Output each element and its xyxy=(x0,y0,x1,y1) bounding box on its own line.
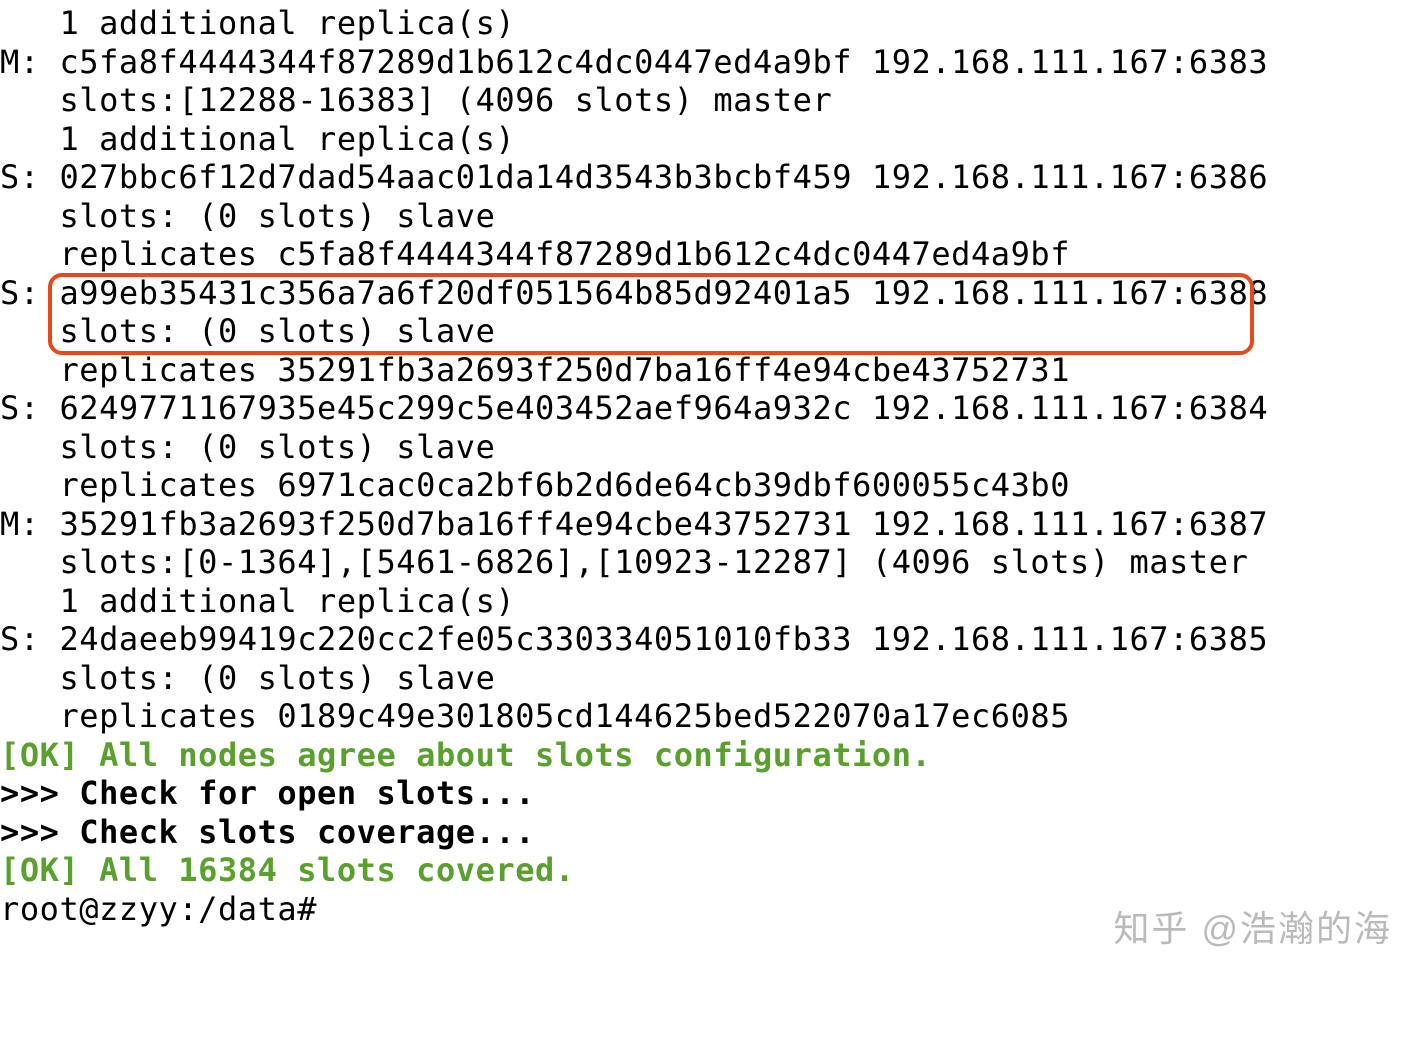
line: S: 027bbc6f12d7dad54aac01da14d3543b3bcbf… xyxy=(0,158,1268,196)
line: slots:[0-1364],[5461-6826],[10923-12287]… xyxy=(0,543,1248,581)
line: replicates 0189c49e301805cd144625bed5220… xyxy=(0,697,1070,735)
line: slots: (0 slots) slave xyxy=(0,428,495,466)
line: 1 additional replica(s) xyxy=(0,4,515,42)
line: replicates 6971cac0ca2bf6b2d6de64cb39dbf… xyxy=(0,466,1070,504)
line: S: 6249771167935e45c299c5e403452aef964a9… xyxy=(0,389,1268,427)
line: 1 additional replica(s) xyxy=(0,120,515,158)
line: M: 35291fb3a2693f250d7ba16ff4e94cbe43752… xyxy=(0,505,1268,543)
shell-prompt[interactable]: root@zzyy:/data# xyxy=(0,890,317,928)
line: 1 additional replica(s) xyxy=(0,582,515,620)
terminal-output: 1 additional replica(s) M: c5fa8f4444344… xyxy=(0,0,1410,928)
line: M: c5fa8f4444344f87289d1b612c4dc0447ed4a… xyxy=(0,43,1268,81)
line: slots: (0 slots) slave xyxy=(0,312,495,350)
line: slots: (0 slots) slave xyxy=(0,197,495,235)
line: S: 24daeeb99419c220cc2fe05c330334051010f… xyxy=(0,620,1268,658)
check-slots-coverage: >>> Check slots coverage... xyxy=(0,813,535,851)
line: replicates 35291fb3a2693f250d7ba16ff4e94… xyxy=(0,351,1070,389)
check-open-slots: >>> Check for open slots... xyxy=(0,774,535,812)
line: slots:[12288-16383] (4096 slots) master xyxy=(0,81,832,119)
ok-slots-config: [OK] All nodes agree about slots configu… xyxy=(0,736,931,774)
line: replicates c5fa8f4444344f87289d1b612c4dc… xyxy=(0,235,1070,273)
line: S: a99eb35431c356a7a6f20df051564b85d9240… xyxy=(0,274,1268,312)
ok-slots-covered: [OK] All 16384 slots covered. xyxy=(0,851,575,889)
line: slots: (0 slots) slave xyxy=(0,659,495,697)
